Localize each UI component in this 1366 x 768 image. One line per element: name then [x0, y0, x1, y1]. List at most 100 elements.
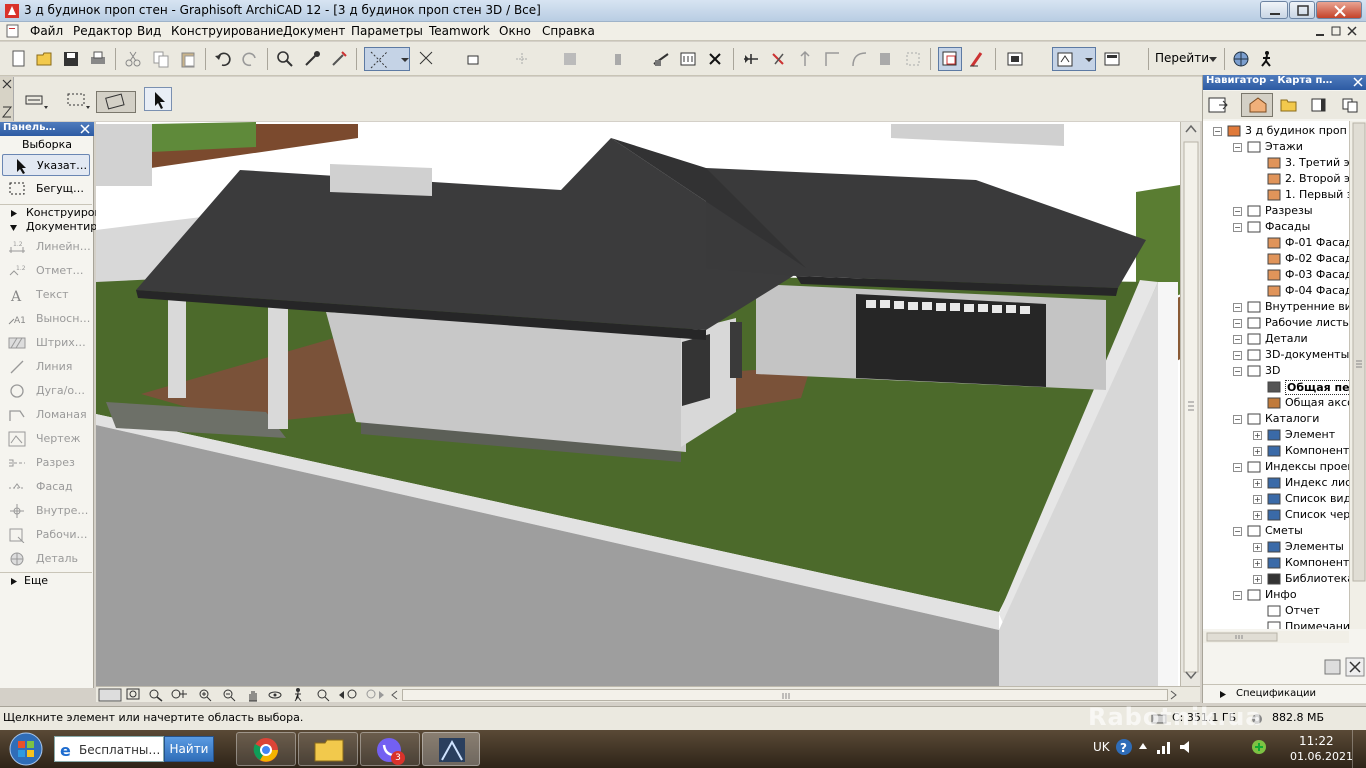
project-map-toggle[interactable] — [1241, 93, 1273, 117]
selection-method-icon[interactable] — [24, 91, 50, 109]
tree-collapse-toggle[interactable]: − — [1233, 223, 1242, 232]
previous-zoom-icon[interactable] — [338, 688, 360, 702]
search-box[interactable]: e Бесплатны… — [54, 736, 164, 762]
menu-view[interactable]: Вид — [137, 24, 161, 38]
tree-collapse-toggle[interactable]: − — [1233, 319, 1242, 328]
viber-taskbar-button[interactable]: 3 — [360, 732, 420, 766]
undo-icon[interactable] — [214, 50, 232, 68]
3d-navigation-icon[interactable] — [98, 688, 122, 702]
mirror-icon[interactable] — [742, 50, 760, 68]
find-select-icon[interactable] — [276, 50, 294, 68]
horizontal-scroll-thumb[interactable] — [402, 689, 1168, 701]
view-3d-toggle[interactable] — [1052, 47, 1096, 71]
search-submit-button[interactable]: Найти — [164, 736, 214, 762]
redo-icon[interactable] — [241, 50, 259, 68]
zoom-out-icon[interactable] — [222, 688, 236, 702]
windows-start-icon[interactable] — [6, 731, 46, 767]
tree-expand-toggle[interactable]: + — [1253, 431, 1262, 440]
arrow-tool-toggle[interactable] — [144, 87, 172, 111]
orbit-icon[interactable] — [268, 688, 282, 702]
tree-expand-toggle[interactable]: + — [1253, 575, 1262, 584]
palette-close-icon[interactable] — [80, 124, 90, 134]
cut-icon[interactable] — [124, 50, 142, 68]
tree-collapse-toggle[interactable]: − — [1233, 415, 1242, 424]
navigator-horizontal-scrollbar[interactable] — [1203, 631, 1349, 643]
navigator-delete-icon[interactable] — [1345, 657, 1365, 677]
globe-icon[interactable] — [1232, 50, 1250, 68]
help-icon[interactable]: ? — [1115, 738, 1133, 756]
tree-collapse-toggle[interactable]: − — [1213, 127, 1222, 136]
interior-elevation-tool[interactable]: Внутре… — [0, 500, 92, 522]
menu-document[interactable]: Документ — [283, 24, 345, 38]
move-icon[interactable] — [769, 50, 787, 68]
tray-app-icon[interactable] — [1250, 738, 1268, 756]
tree-expand-toggle[interactable]: + — [1253, 543, 1262, 552]
delete-x-icon[interactable] — [706, 50, 724, 68]
marquee-tool[interactable]: Бегущ… — [0, 178, 92, 200]
tree-collapse-toggle[interactable]: − — [1233, 207, 1242, 216]
navigator-close-icon[interactable] — [1353, 77, 1363, 87]
save-icon[interactable] — [62, 50, 80, 68]
tree-collapse-toggle[interactable]: − — [1233, 143, 1242, 152]
viewport-vertical-scrollbar[interactable] — [1180, 122, 1200, 686]
tree-collapse-toggle[interactable]: − — [1233, 367, 1242, 376]
layout-book-icon[interactable] — [1309, 97, 1329, 113]
menu-file[interactable]: Файл — [30, 24, 63, 38]
layouts-copy-icon[interactable] — [1341, 97, 1361, 113]
layer-combo-icon[interactable] — [514, 50, 532, 68]
navigator-vertical-scrollbar[interactable] — [1349, 121, 1366, 629]
explore-person-icon[interactable] — [292, 688, 304, 702]
copy-icon[interactable] — [152, 50, 170, 68]
goto-button[interactable]: Перейти — [1155, 51, 1209, 65]
split-icon[interactable] — [904, 50, 922, 68]
scroll-right-icon[interactable] — [1170, 690, 1178, 700]
pencil-red-icon[interactable] — [968, 50, 986, 68]
menu-window[interactable]: Окно — [499, 24, 531, 38]
goto-dropdown-icon[interactable] — [1208, 56, 1218, 64]
label-tool[interactable]: A1 Выносн… — [0, 308, 92, 330]
tree-expand-toggle[interactable]: + — [1253, 511, 1262, 520]
fill-tool[interactable]: Штрих… — [0, 332, 92, 354]
network-icon[interactable] — [1155, 738, 1173, 756]
explorer-taskbar-button[interactable] — [298, 732, 358, 766]
elevate-icon[interactable] — [796, 50, 814, 68]
specifications-expander[interactable]: Спецификации — [1203, 684, 1366, 702]
zoom-step-icon[interactable] — [170, 688, 190, 702]
tree-collapse-toggle[interactable]: − — [1233, 351, 1242, 360]
tree-collapse-toggle[interactable]: − — [1233, 463, 1242, 472]
maximize-button[interactable] — [1289, 1, 1315, 19]
open-folder-icon[interactable] — [36, 50, 54, 68]
zoom-fit-icon[interactable] — [126, 688, 142, 702]
design-group-toggle[interactable]: Конструиров — [0, 204, 101, 220]
menu-edit[interactable]: Редактор — [73, 24, 132, 38]
zoom-in-icon[interactable] — [198, 688, 212, 702]
text-tool[interactable]: A Текст — [0, 284, 92, 306]
intersect-icon[interactable] — [877, 50, 895, 68]
pan-hand-icon[interactable] — [246, 688, 260, 702]
corner-icon[interactable] — [823, 50, 841, 68]
fillet-icon[interactable] — [850, 50, 868, 68]
window-layout-icon[interactable] — [1103, 50, 1121, 68]
zoom-combo-icon[interactable] — [1006, 50, 1024, 68]
minimize-button[interactable] — [1260, 1, 1288, 19]
paste-icon[interactable] — [179, 50, 197, 68]
fit-in-window-icon[interactable] — [316, 688, 330, 702]
next-zoom-icon[interactable] — [364, 688, 386, 702]
navigator-settings-icon[interactable] — [1323, 657, 1343, 677]
eyedropper-icon[interactable] — [303, 50, 321, 68]
tree-collapse-toggle[interactable]: − — [1233, 527, 1242, 536]
archicad-taskbar-button[interactable] — [422, 732, 480, 766]
3d-house-model[interactable] — [96, 122, 1200, 688]
scroll-left-icon[interactable] — [390, 690, 398, 700]
syringe-icon[interactable] — [330, 50, 348, 68]
tree-expand-toggle[interactable]: + — [1253, 495, 1262, 504]
dimension-tool[interactable]: 1.2 Линейн… — [0, 236, 92, 258]
line-tool[interactable]: Линия — [0, 356, 92, 378]
group-icon[interactable] — [562, 50, 580, 68]
close-window-button[interactable] — [1316, 1, 1362, 19]
publisher-set-icon[interactable] — [1207, 95, 1235, 115]
show-desktop-button[interactable] — [1352, 730, 1366, 768]
drawing-tool[interactable]: Чертеж — [0, 428, 92, 450]
menu-teamwork[interactable]: Teamwork — [429, 24, 490, 38]
guide-lines-icon[interactable] — [418, 50, 436, 68]
